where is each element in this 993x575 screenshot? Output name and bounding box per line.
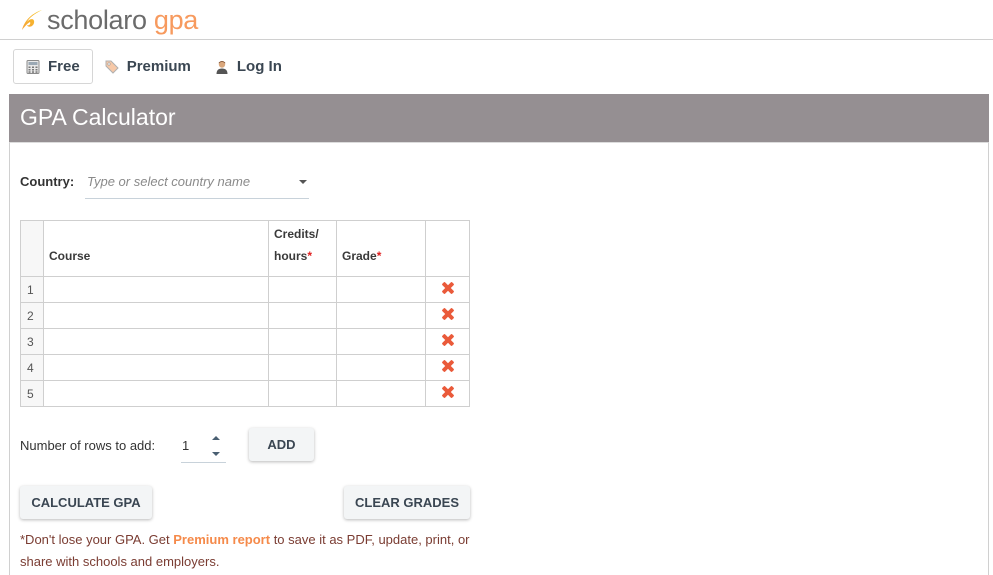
table-row: 4 (20, 354, 470, 381)
row-number: 3 (20, 328, 44, 355)
red-x-delete-icon[interactable] (442, 386, 454, 398)
grade-cell[interactable] (336, 380, 426, 407)
grade-cell[interactable] (336, 328, 426, 355)
course-cell[interactable] (43, 276, 269, 303)
header-course-label: Course (49, 249, 91, 263)
brand-name-part1: scholaro (47, 4, 147, 35)
grade-input[interactable] (337, 381, 425, 406)
header-grade-label: Grade (342, 249, 377, 263)
delete-cell (425, 354, 470, 381)
row-number: 4 (20, 354, 44, 381)
required-mark: * (307, 249, 313, 263)
credits-input[interactable] (269, 303, 336, 328)
grade-cell[interactable] (336, 302, 426, 329)
user-icon (216, 60, 228, 74)
credits-input[interactable] (269, 329, 336, 354)
grade-input[interactable] (337, 355, 425, 380)
red-x-delete-icon[interactable] (442, 334, 454, 346)
delete-cell (425, 328, 470, 355)
swirl-logo-icon (22, 10, 42, 30)
add-rows-button[interactable]: ADD (249, 428, 314, 461)
spin-down-icon[interactable] (212, 452, 220, 456)
chevron-down-icon[interactable] (299, 180, 307, 184)
course-input[interactable] (44, 381, 268, 406)
course-input[interactable] (44, 303, 268, 328)
nav-item-label: Log In (236, 58, 282, 75)
tag-icon (105, 60, 119, 74)
table-row: 3 (20, 328, 470, 355)
red-x-delete-icon[interactable] (442, 282, 454, 294)
course-input[interactable] (44, 329, 268, 354)
clear-grades-button[interactable]: CLEAR GRADES (344, 486, 470, 519)
credits-input[interactable] (269, 277, 336, 302)
credits-cell[interactable] (268, 276, 337, 303)
calculator-icon (26, 59, 40, 74)
panel-header: GPA Calculator (9, 94, 989, 142)
country-input[interactable] (85, 166, 285, 196)
nav-item-free[interactable]: Free (13, 49, 93, 84)
rows-to-add-stepper[interactable] (181, 430, 226, 463)
grade-input[interactable] (337, 329, 425, 354)
course-cell[interactable] (43, 328, 269, 355)
table-row: 5 (20, 380, 470, 407)
credits-input[interactable] (269, 355, 336, 380)
courses-table: Course Credits/hours* Grade* 1 2 3 4 5 (20, 220, 470, 407)
course-input[interactable] (44, 277, 268, 302)
delete-cell (425, 276, 470, 303)
delete-cell (425, 302, 470, 329)
grade-cell[interactable] (336, 354, 426, 381)
grade-input[interactable] (337, 303, 425, 328)
row-number: 2 (20, 302, 44, 329)
nav-item-label: Free (48, 58, 80, 75)
spin-up-icon[interactable] (212, 436, 220, 440)
course-cell[interactable] (43, 380, 269, 407)
course-cell[interactable] (43, 354, 269, 381)
nav-item-login[interactable]: Log In (203, 49, 294, 84)
premium-note: *Don't lose your GPA. Get Premium report… (20, 529, 480, 573)
main-nav: Free Premium Log In (13, 49, 294, 84)
country-label: Country: (20, 174, 75, 189)
credits-input[interactable] (269, 381, 336, 406)
header-credits-line2: hours (274, 249, 308, 263)
brand-name: scholaro gpa (47, 4, 199, 35)
row-number: 5 (20, 380, 44, 407)
course-input[interactable] (44, 355, 268, 380)
credits-cell[interactable] (268, 328, 337, 355)
course-cell[interactable] (43, 302, 269, 329)
header-course: Course (43, 220, 269, 277)
credits-cell[interactable] (268, 354, 337, 381)
nav-item-premium[interactable]: Premium (93, 49, 203, 84)
page-title: GPA Calculator (20, 104, 176, 130)
premium-report-link[interactable]: Premium report (173, 532, 270, 547)
grade-input[interactable] (337, 277, 425, 302)
nav-item-label: Premium (126, 58, 191, 75)
red-x-delete-icon[interactable] (442, 308, 454, 320)
logo[interactable]: scholaro gpa (20, 5, 198, 35)
required-mark: * (376, 249, 382, 263)
row-number: 1 (20, 276, 44, 303)
top-bar: scholaro gpa (0, 0, 993, 40)
credits-cell[interactable] (268, 302, 337, 329)
header-credits: Credits/hours* (268, 220, 337, 277)
note-prefix: *Don't lose your GPA. Get (20, 532, 174, 547)
header-credits-line1: Credits/ (274, 227, 319, 241)
table-row: 2 (20, 302, 470, 329)
table-row: 1 (20, 276, 470, 303)
header-number (20, 220, 44, 277)
country-select[interactable] (85, 166, 309, 199)
grade-cell[interactable] (336, 276, 426, 303)
header-grade: Grade* (336, 220, 426, 277)
header-delete (425, 220, 470, 277)
credits-cell[interactable] (268, 380, 337, 407)
red-x-delete-icon[interactable] (442, 360, 454, 372)
calculate-gpa-button[interactable]: CALCULATE GPA (20, 486, 152, 519)
rows-to-add-input[interactable] (181, 430, 205, 460)
brand-name-part2: gpa (153, 4, 199, 35)
rows-to-add-label: Number of rows to add: (20, 438, 156, 453)
table-header-row: Course Credits/hours* Grade* (20, 220, 470, 277)
delete-cell (425, 380, 470, 407)
